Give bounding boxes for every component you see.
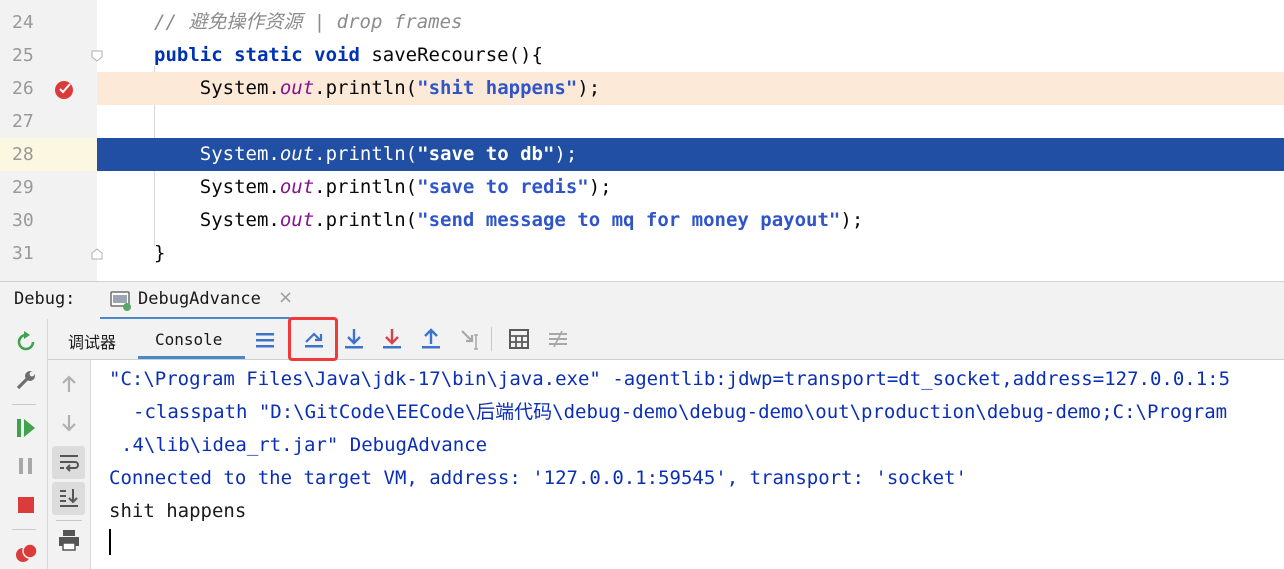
code-line[interactable]: 26 System.out.println("shit happens"); <box>0 72 1284 105</box>
tab-debugger[interactable]: 调试器 <box>68 329 116 353</box>
code-editor[interactable]: 24 // 避免操作资源 | drop frames 25 public static… <box>0 0 1284 281</box>
soft-wrap-icon[interactable] <box>57 450 81 474</box>
console-side-toolbar <box>48 360 91 569</box>
debug-label: Debug: <box>14 289 76 309</box>
step-into-icon[interactable] <box>342 327 366 351</box>
line-number: 24 <box>12 12 34 33</box>
toolbar-divider <box>12 529 36 530</box>
arrow-up-icon[interactable] <box>57 372 81 396</box>
debug-session-icon <box>110 291 131 311</box>
code-text: System.out.println("send message to mq f… <box>154 209 864 231</box>
code-line[interactable]: 24 // 避免操作资源 | drop frames <box>0 6 1284 39</box>
debug-tool-window-header: Debug: DebugAdvance × <box>0 281 1284 320</box>
line-number: 27 <box>12 111 34 132</box>
rerun-icon[interactable] <box>14 330 38 354</box>
debug-session-name[interactable]: DebugAdvance <box>138 289 261 309</box>
print-icon[interactable] <box>57 528 81 552</box>
pause-program-icon[interactable] <box>14 454 38 478</box>
code-text: System.out.println("save to redis"); <box>154 176 612 198</box>
console-line: "C:\Program Files\Java\jdk-17\bin\java.e… <box>109 368 1231 390</box>
console-output[interactable]: "C:\Program Files\Java\jdk-17\bin\java.e… <box>91 361 1284 569</box>
close-tab-icon[interactable]: × <box>278 287 293 308</box>
fold-marker-icon[interactable] <box>90 247 104 261</box>
arrow-down-icon[interactable] <box>57 411 81 435</box>
code-text: public static void saveRecourse(){ <box>154 44 543 66</box>
breakpoint-icon[interactable] <box>54 78 76 100</box>
tab-console[interactable]: Console <box>155 330 222 349</box>
toolbar-divider <box>491 327 492 351</box>
code-line[interactable]: 27 <box>0 105 1284 138</box>
active-tab-indicator <box>138 356 245 359</box>
toolbar-divider <box>12 404 36 405</box>
debug-toolbar: 调试器 Console <box>48 319 1284 360</box>
toolbar-divider <box>56 520 82 521</box>
fold-marker-icon[interactable] <box>90 49 104 63</box>
trace-stream-icon[interactable] <box>546 327 570 351</box>
code-text: System.out.println("save to db"); <box>154 143 578 165</box>
code-line[interactable]: 25 public static void saveRecourse(){ <box>0 39 1284 72</box>
run-to-cursor-icon[interactable] <box>458 327 482 351</box>
settings-wrench-icon[interactable] <box>14 368 38 392</box>
console-line: .4\lib\idea_rt.jar" DebugAdvance <box>121 434 488 456</box>
code-text: System.out.println("shit happens"); <box>154 77 601 99</box>
line-number: 29 <box>12 177 34 198</box>
layout-menu-icon[interactable] <box>253 328 277 352</box>
debug-side-toolbar <box>0 319 48 569</box>
line-number: 26 <box>12 78 34 99</box>
line-number: 30 <box>12 210 34 231</box>
code-line[interactable]: 31} <box>0 237 1284 270</box>
step-out-icon[interactable] <box>419 327 443 351</box>
code-text: // 避免操作资源 | drop frames <box>154 11 463 33</box>
stop-icon[interactable] <box>14 493 38 517</box>
console-line: -classpath "D:\GitCode\EECode\后端代码\debug… <box>133 401 1228 423</box>
console-line: Connected to the target VM, address: '12… <box>109 467 967 489</box>
line-number: 25 <box>12 45 34 66</box>
scroll-to-end-icon[interactable] <box>57 486 81 510</box>
code-text: } <box>154 242 166 264</box>
view-breakpoints-icon[interactable] <box>14 541 38 565</box>
highlighted-step-over-button[interactable] <box>288 317 338 361</box>
code-line[interactable]: 29 System.out.println("save to redis"); <box>0 171 1284 204</box>
line-number: 31 <box>12 243 34 264</box>
line-number: 28 <box>12 144 34 165</box>
evaluate-expression-icon[interactable] <box>507 327 531 351</box>
text-cursor <box>109 529 111 555</box>
force-step-into-icon[interactable] <box>380 327 404 351</box>
code-line[interactable]: 30 System.out.println("send message to m… <box>0 204 1284 237</box>
resume-program-icon[interactable] <box>14 416 38 440</box>
console-line: shit happens <box>109 500 247 522</box>
code-line[interactable]: 28 System.out.println("save to db"); <box>0 138 1284 171</box>
